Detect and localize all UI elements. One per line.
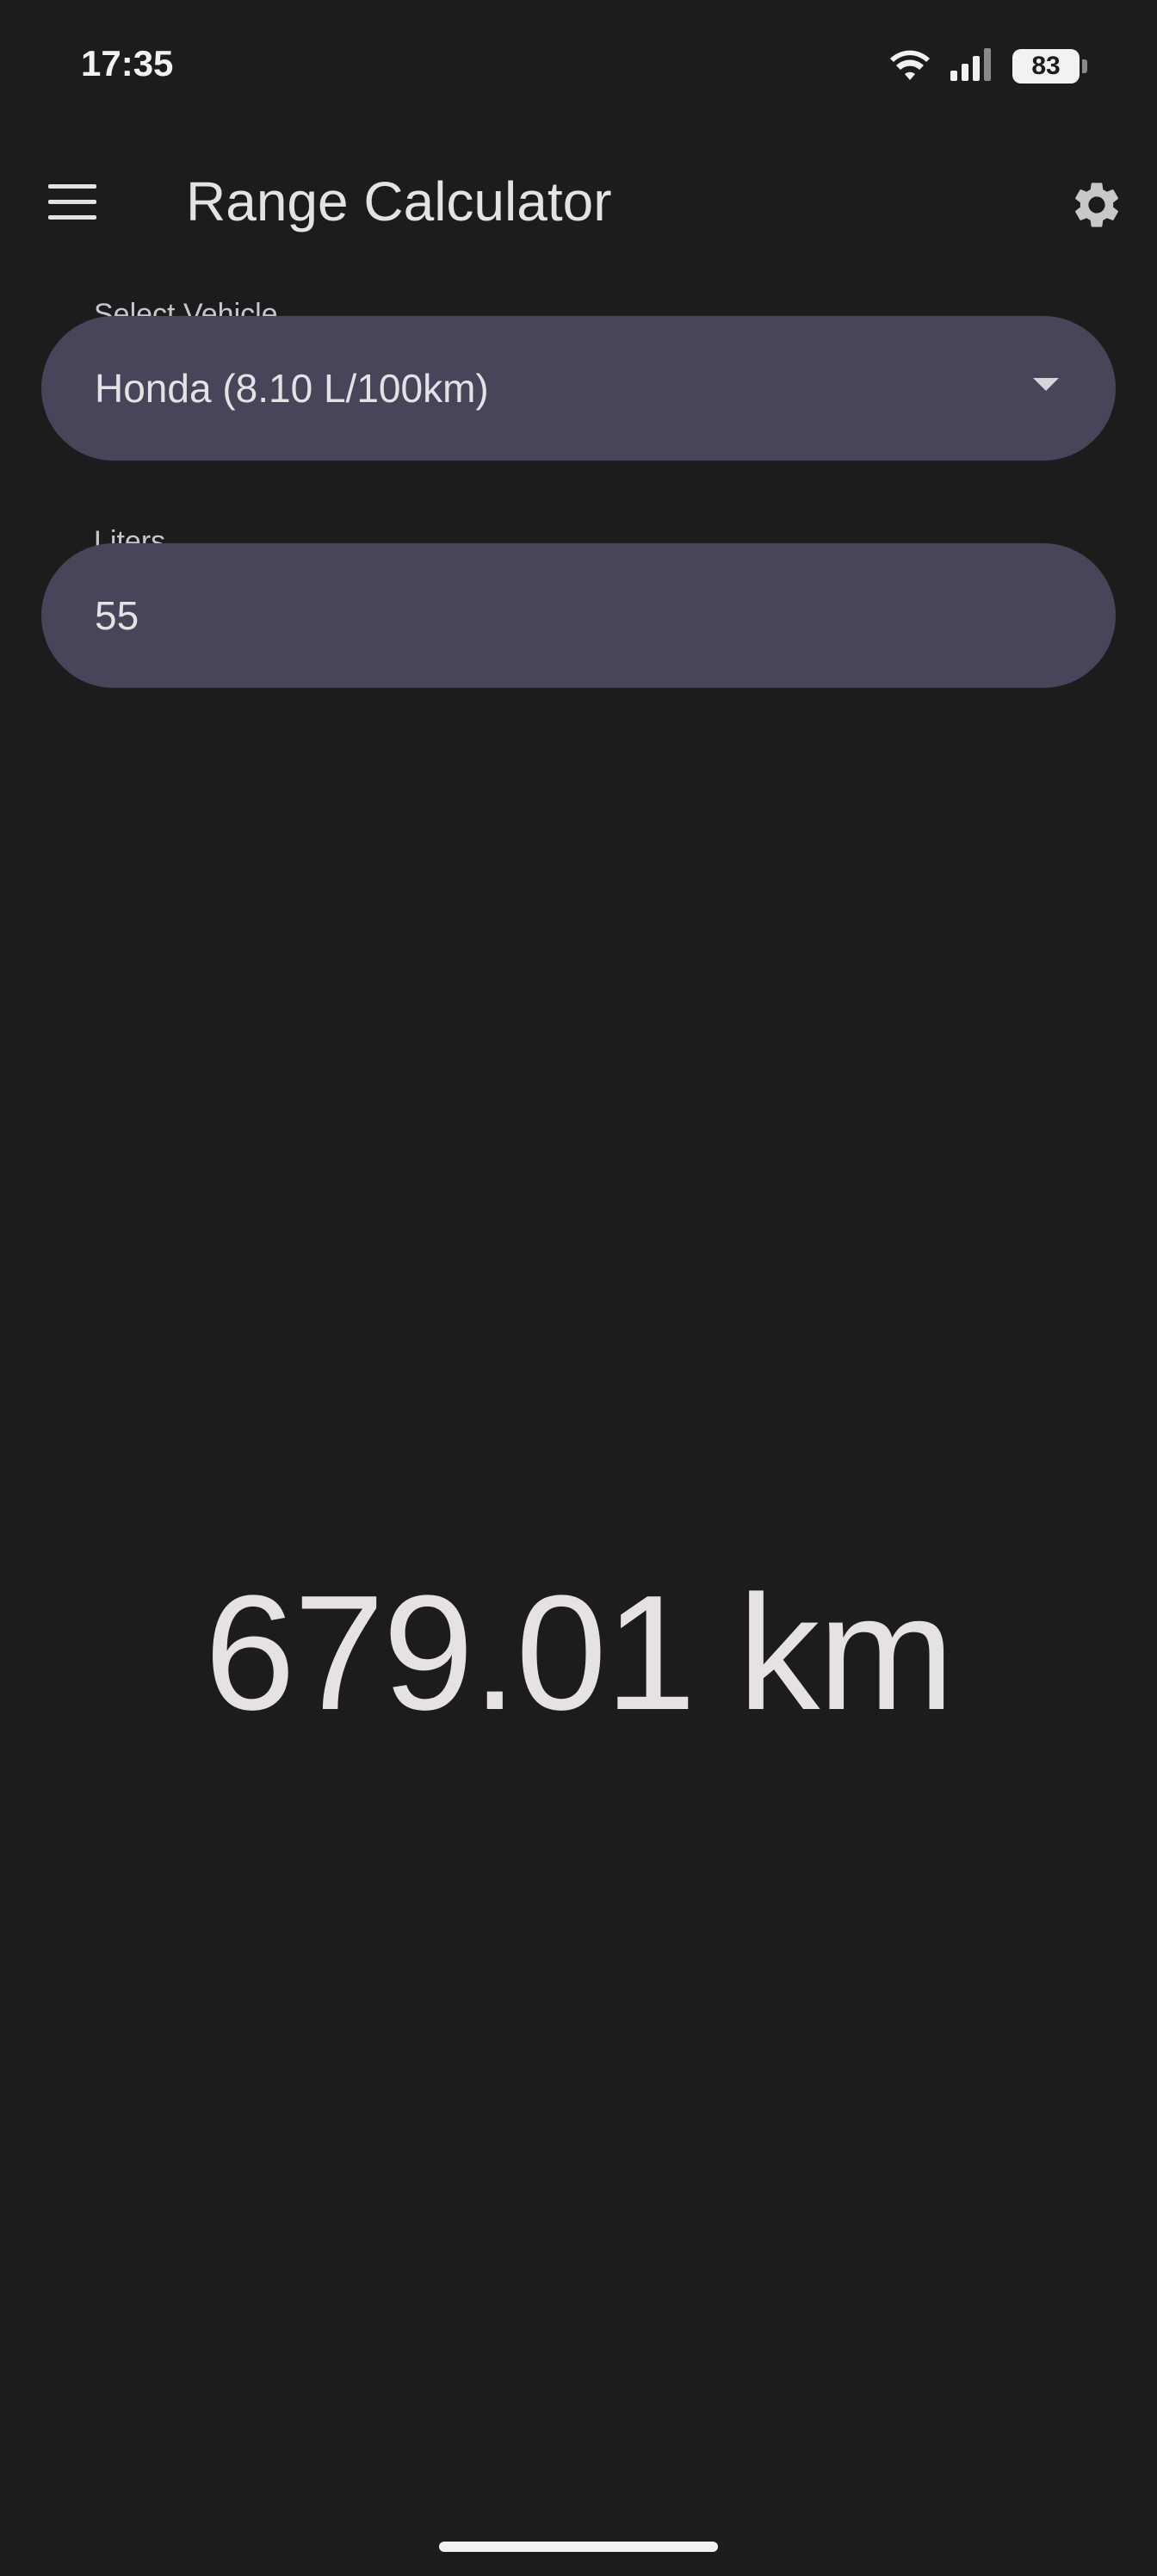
app-screen: 17:35 83 Range Calculator Select Vehicle… xyxy=(0,0,1157,2576)
settings-button[interactable] xyxy=(1061,169,1133,241)
range-result: 679.01 km xyxy=(204,1562,954,1744)
wifi-icon xyxy=(888,47,931,86)
status-icons: 83 xyxy=(888,43,1087,90)
cellular-signal-icon xyxy=(949,47,995,86)
battery-icon: 83 xyxy=(1012,49,1087,84)
battery-level: 83 xyxy=(1031,52,1061,80)
status-time: 17:35 xyxy=(81,43,174,84)
home-indicator[interactable] xyxy=(439,2542,718,2552)
vehicle-select-value: Honda (8.10 L/100km) xyxy=(95,366,489,411)
gear-icon xyxy=(1075,183,1118,227)
liters-input-value: 55 xyxy=(95,593,139,638)
page-title: Range Calculator xyxy=(186,170,612,232)
vehicle-select[interactable]: Honda (8.10 L/100km) xyxy=(41,316,1116,461)
menu-icon xyxy=(48,183,96,189)
dropdown-arrow-icon xyxy=(1033,378,1059,391)
menu-button[interactable] xyxy=(43,172,102,231)
liters-input[interactable]: 55 xyxy=(41,543,1116,688)
